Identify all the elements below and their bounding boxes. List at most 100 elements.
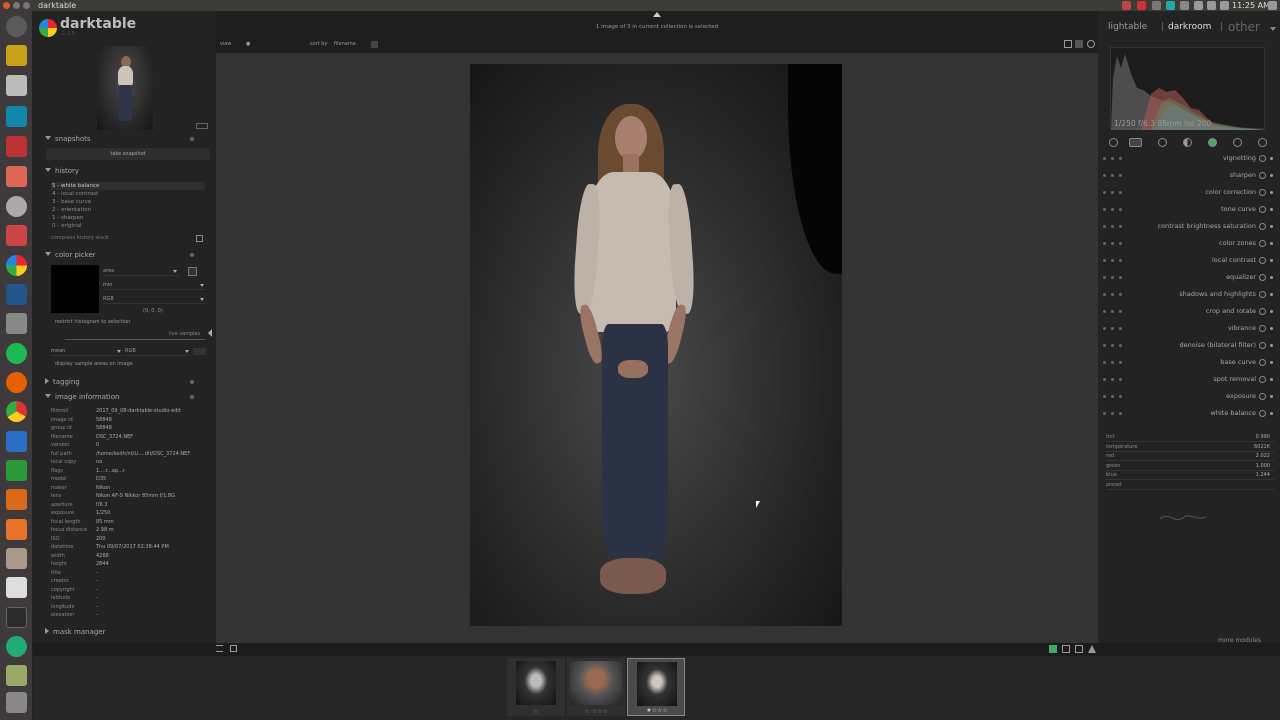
module-controls[interactable] — [1103, 242, 1125, 245]
monitor-icon[interactable] — [6, 284, 27, 305]
history-item[interactable]: 4 - local contrast — [51, 190, 205, 198]
sort-by-select[interactable]: filename — [334, 41, 356, 48]
battery-icon[interactable] — [1207, 1, 1216, 10]
module-expand-icon[interactable] — [1270, 378, 1273, 381]
correct-icon[interactable] — [1233, 138, 1242, 147]
filmstrip-thumbnail[interactable]: ☆ ☆☆☆ — [567, 658, 625, 716]
add-sample-button[interactable] — [193, 348, 206, 355]
module-controls[interactable] — [1103, 344, 1125, 347]
module-controls[interactable] — [1103, 327, 1125, 330]
white-balance-slider[interactable]: green 1.000 — [1106, 462, 1274, 471]
presets-icon[interactable] — [1119, 276, 1122, 279]
module-expand-icon[interactable] — [1270, 395, 1273, 398]
reset-icon[interactable] — [1111, 242, 1114, 245]
reset-icon[interactable] — [1111, 174, 1114, 177]
presets-icon[interactable] — [1119, 412, 1122, 415]
expand-icon[interactable] — [196, 123, 208, 129]
navigation-thumbnail[interactable] — [97, 46, 153, 130]
view-other-tab[interactable]: other — [1228, 20, 1260, 34]
star-icon[interactable] — [1129, 138, 1142, 147]
chrome-icon[interactable] — [6, 401, 27, 422]
multi-instance-icon[interactable] — [1103, 395, 1106, 398]
spotify-icon[interactable] — [6, 343, 27, 364]
module-controls[interactable] — [1103, 259, 1125, 262]
sample-statistic-select[interactable]: mean — [51, 347, 123, 356]
picker-statistic-select[interactable]: min — [103, 281, 206, 290]
history-item[interactable]: 1 - sharpen — [51, 214, 205, 222]
trash-icon[interactable] — [6, 692, 27, 713]
preset-icon[interactable] — [190, 395, 194, 399]
module-controls[interactable] — [1103, 361, 1125, 364]
presets-icon[interactable] — [1119, 225, 1122, 228]
module-row[interactable]: local contrast — [1100, 252, 1276, 269]
restrict-histogram-checkbox[interactable]: restrict histogram to selection — [55, 319, 130, 326]
module-row[interactable]: color correction — [1100, 184, 1276, 201]
history-item[interactable]: 0 - original — [51, 222, 205, 230]
edit-icon[interactable] — [230, 645, 237, 652]
browser-icon[interactable] — [6, 636, 27, 657]
preferences-gear-icon[interactable] — [1087, 40, 1095, 48]
panel-toggle-arrow-icon[interactable] — [653, 12, 661, 17]
maximize-window-button[interactable] — [23, 2, 30, 9]
writer-icon[interactable] — [6, 431, 27, 452]
preset-icon[interactable] — [190, 137, 194, 141]
tagging-header[interactable]: tagging — [45, 378, 80, 387]
multi-instance-icon[interactable] — [1103, 259, 1106, 262]
module-expand-icon[interactable] — [1270, 208, 1273, 211]
minimize-window-button[interactable] — [13, 2, 20, 9]
picker-colorspace-select[interactable]: RGB — [103, 295, 206, 304]
module-controls[interactable] — [1103, 276, 1125, 279]
white-balance-slider[interactable]: blue 1.244 — [1106, 471, 1274, 480]
filmstrip-thumbnail-selected[interactable]: ★☆☆☆ — [627, 658, 685, 716]
menu-icon[interactable] — [216, 645, 223, 652]
image-information-header[interactable]: image information — [45, 393, 119, 402]
module-row[interactable]: equalizer — [1100, 269, 1276, 286]
app-icon[interactable] — [6, 136, 27, 157]
reset-icon[interactable] — [1111, 310, 1114, 313]
tray-icon[interactable] — [1122, 1, 1131, 10]
white-balance-slider[interactable]: temperature 6021K — [1106, 443, 1274, 452]
multi-instance-icon[interactable] — [1103, 412, 1106, 415]
presets-icon[interactable] — [1119, 327, 1122, 330]
app-icon[interactable] — [6, 665, 27, 686]
module-row[interactable]: white balance — [1100, 405, 1276, 422]
module-controls[interactable] — [1103, 395, 1125, 398]
module-row[interactable]: tone curve — [1100, 201, 1276, 218]
reset-icon[interactable] — [1111, 225, 1114, 228]
saturation-icon[interactable] — [1259, 223, 1266, 230]
module-expand-icon[interactable] — [1270, 310, 1273, 313]
white-balance-icon[interactable] — [1259, 410, 1266, 417]
wifi-icon[interactable] — [1194, 1, 1203, 10]
local-contrast-icon[interactable] — [1259, 257, 1266, 264]
multi-instance-icon[interactable] — [1103, 174, 1106, 177]
power-icon[interactable] — [1109, 138, 1118, 147]
tone-curve-icon[interactable] — [1259, 206, 1266, 213]
module-controls[interactable] — [1103, 225, 1125, 228]
multi-instance-icon[interactable] — [1103, 242, 1106, 245]
gear-icon[interactable] — [1268, 1, 1277, 10]
multi-instance-icon[interactable] — [1103, 208, 1106, 211]
tray-icon[interactable] — [1137, 1, 1146, 10]
multi-instance-icon[interactable] — [1103, 157, 1106, 160]
dropdown-arrow-icon[interactable] — [1270, 27, 1276, 31]
module-expand-icon[interactable] — [1270, 327, 1273, 330]
module-expand-icon[interactable] — [1270, 344, 1273, 347]
color-correction-icon[interactable] — [1259, 189, 1266, 196]
image-canvas[interactable] — [217, 53, 1097, 635]
create-style-icon[interactable] — [196, 235, 203, 242]
left-panel-collapse-icon[interactable] — [208, 329, 212, 337]
display-sample-areas-checkbox[interactable]: display sample areas on image — [55, 361, 133, 368]
module-controls[interactable] — [1103, 293, 1125, 296]
terminal-app-icon[interactable] — [6, 45, 27, 66]
presets-icon[interactable] — [1119, 293, 1122, 296]
color-zones-icon[interactable] — [1259, 240, 1266, 247]
histogram[interactable]: 1/250 f/6.3 85mm iso 200 — [1110, 47, 1266, 130]
history-item[interactable]: 5 - white balance — [51, 182, 205, 190]
history-header[interactable]: history — [45, 167, 79, 176]
vibrance-icon[interactable] — [1259, 325, 1266, 332]
take-snapshot-button[interactable]: take snapshot — [46, 148, 210, 160]
module-expand-icon[interactable] — [1270, 242, 1273, 245]
color-icon[interactable] — [1208, 138, 1217, 147]
grouping-icon[interactable] — [1064, 40, 1072, 48]
picker-eyedropper-icon[interactable] — [188, 267, 197, 276]
